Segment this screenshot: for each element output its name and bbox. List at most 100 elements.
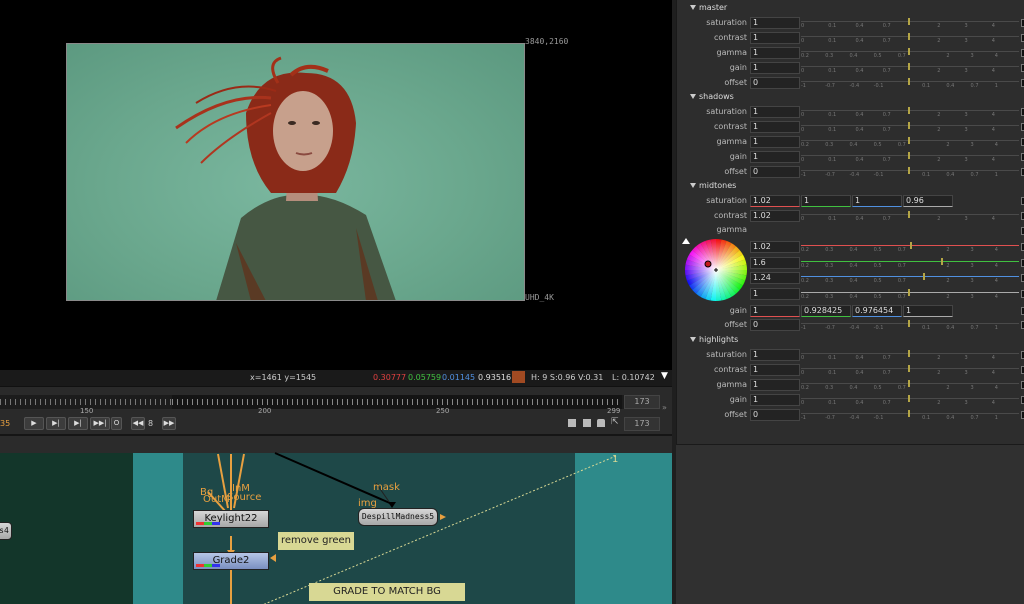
slider-handle[interactable] (907, 107, 910, 114)
frame-increment[interactable]: 8 (148, 419, 153, 428)
slider-handle[interactable] (907, 63, 910, 70)
offset-field[interactable]: 0 (750, 166, 800, 178)
slider-handle[interactable] (907, 289, 910, 296)
slider-handle[interactable] (907, 320, 910, 327)
color-wheel[interactable] (685, 239, 747, 301)
value-slider[interactable]: 0 0.1 0.4 0.7 2 3 4 (801, 62, 1019, 74)
gain-field[interactable]: 1 (750, 151, 800, 163)
gain-channel-field[interactable]: 0.976454 (852, 305, 902, 317)
saturation-field[interactable]: 1 (750, 106, 800, 118)
node-graph[interactable]: Bg OutM InM Source mask img 1 Keylight22… (0, 434, 672, 604)
value-slider[interactable]: 0.2 0.3 0.4 0.5 0.7 2 3 4 (801, 241, 1019, 253)
slider-handle[interactable] (923, 273, 926, 280)
contrast-field[interactable]: 1.02 (750, 210, 800, 222)
offset-field[interactable]: 0 (750, 77, 800, 89)
skip-forward-button[interactable]: ▶▶ (162, 417, 176, 430)
value-slider[interactable]: 0 0.1 0.4 0.7 2 3 4 (801, 32, 1019, 44)
section-collapse-icon[interactable] (690, 183, 696, 188)
value-slider[interactable]: -1 -0.7 -0.4 -0.1 0.1 0.4 0.7 1 (801, 409, 1019, 421)
value-slider[interactable]: 0.2 0.3 0.4 0.5 0.7 2 3 4 (801, 136, 1019, 148)
saturation-channel-field[interactable]: 1.02 (750, 195, 800, 207)
slider-handle[interactable] (907, 78, 910, 85)
gamma-channel-field[interactable]: 1 (750, 288, 800, 300)
slider-handle[interactable] (907, 365, 910, 372)
sticky-grade-to-match[interactable]: GRADE TO MATCH BG (309, 583, 465, 601)
slider-handle[interactable] (907, 18, 910, 25)
offscreen-node[interactable]: s4 (0, 522, 12, 540)
value-slider[interactable]: 0.2 0.3 0.4 0.5 0.7 2 3 4 (801, 379, 1019, 391)
gain-field[interactable]: 1 (750, 394, 800, 406)
play-button[interactable]: ▶ (24, 417, 44, 430)
section-midtones[interactable]: midtones (699, 181, 736, 190)
section-highlights[interactable]: highlights (699, 335, 738, 344)
contrast-field[interactable]: 1 (750, 121, 800, 133)
section-master[interactable]: master (699, 3, 727, 12)
slider-handle[interactable] (907, 152, 910, 159)
section-collapse-icon[interactable] (690, 94, 696, 99)
slider-handle[interactable] (907, 48, 910, 55)
end-frame-out-field[interactable]: 173 (624, 417, 660, 431)
last-frame-button[interactable]: ▶▶| (90, 417, 110, 430)
slider-handle[interactable] (907, 211, 910, 218)
slider-handle[interactable] (940, 258, 943, 265)
slider-handle[interactable] (907, 33, 910, 40)
gain-channel-field[interactable]: 0.928425 (801, 305, 851, 317)
saturation-channel-field[interactable]: 1 (852, 195, 902, 207)
value-slider[interactable]: 0 0.1 0.4 0.7 2 3 4 (801, 151, 1019, 163)
slider-handle[interactable] (907, 395, 910, 402)
saturation-field[interactable]: 1 (750, 349, 800, 361)
value-slider[interactable]: 0 0.1 0.4 0.7 2 3 4 (801, 17, 1019, 29)
gamma-channel-field[interactable]: 1.6 (750, 257, 800, 269)
value-slider[interactable]: -1 -0.7 -0.4 -0.1 0.1 0.4 0.7 1 (801, 77, 1019, 89)
section-shadows[interactable]: shadows (699, 92, 734, 101)
slider-handle[interactable] (907, 380, 910, 387)
despill-node[interactable]: DespillMadness5 (358, 508, 438, 526)
offset-field[interactable]: 0 (750, 409, 800, 421)
value-slider[interactable]: -1 -0.7 -0.4 -0.1 0.1 0.4 0.7 1 (801, 166, 1019, 178)
current-frame[interactable]: 35 (0, 419, 10, 428)
next-key-button[interactable]: ▶| (68, 417, 88, 430)
slider-handle[interactable] (907, 350, 910, 357)
timeline-ruler[interactable] (0, 395, 625, 409)
stop-icon[interactable] (583, 419, 591, 427)
step-forward-button[interactable]: ▶| (46, 417, 66, 430)
expand-icon[interactable]: » (662, 403, 667, 412)
gain-channel-field[interactable]: 1 (903, 305, 953, 317)
value-slider[interactable]: 0 0.1 0.4 0.7 2 3 4 (801, 349, 1019, 361)
sticky-remove-green[interactable]: remove green (278, 532, 354, 550)
monitor-icon[interactable] (568, 419, 576, 427)
saturation-channel-field[interactable]: 1 (801, 195, 851, 207)
properties-panel[interactable]: master saturation 1 0 0.1 0.4 0.7 2 3 4 contrast 1 0… (676, 0, 1024, 445)
slider-handle[interactable] (907, 167, 910, 174)
slider-handle[interactable] (907, 122, 910, 129)
slider-handle[interactable] (907, 410, 910, 417)
value-slider[interactable]: 0 0.1 0.4 0.7 2 3 4 (801, 394, 1019, 406)
lock-icon[interactable] (597, 419, 605, 427)
gain-channel-field[interactable]: 1 (750, 305, 800, 317)
value-slider[interactable]: 0 0.1 0.4 0.7 2 3 4 (801, 106, 1019, 118)
timeline[interactable]: 150 200 250 299 173 » 35 ▶ ▶| ▶| ▶▶| O ◀… (0, 386, 672, 434)
grade-node[interactable]: Grade2 (193, 552, 269, 570)
viewer[interactable]: 3840,2160 UHD_4K (0, 0, 672, 370)
end-frame-field[interactable]: 173 (624, 395, 660, 409)
dropdown-icon[interactable]: ▼ (661, 371, 668, 381)
value-slider[interactable]: 0 0.1 0.4 0.7 2 3 4 (801, 364, 1019, 376)
gamma-field[interactable]: 1 (750, 379, 800, 391)
slider-handle[interactable] (910, 242, 912, 249)
gamma-field[interactable]: 1 (750, 136, 800, 148)
saturation-field[interactable]: 1 (750, 17, 800, 29)
value-slider[interactable]: 0 0.1 0.4 0.7 2 3 4 (801, 121, 1019, 133)
wheel-collapse-icon[interactable] (682, 238, 690, 244)
value-slider[interactable]: 0.2 0.3 0.4 0.5 0.7 2 3 4 (801, 288, 1019, 300)
contrast-field[interactable]: 1 (750, 32, 800, 44)
slider-handle[interactable] (907, 137, 910, 144)
value-slider[interactable]: 0.2 0.3 0.4 0.5 0.7 2 3 4 (801, 257, 1019, 269)
skip-back-button[interactable]: ◀◀ (131, 417, 145, 430)
keylight-node[interactable]: Keylight22 (193, 510, 269, 528)
saturation-channel-field[interactable]: 0.96 (903, 195, 953, 207)
gain-field[interactable]: 1 (750, 62, 800, 74)
value-slider[interactable]: 0.2 0.3 0.4 0.5 0.7 2 3 4 (801, 272, 1019, 284)
value-slider[interactable]: 0.2 0.3 0.4 0.5 0.7 2 3 4 (801, 47, 1019, 59)
export-icon[interactable]: ⇱ (611, 417, 619, 427)
loop-button[interactable]: O (111, 417, 122, 430)
